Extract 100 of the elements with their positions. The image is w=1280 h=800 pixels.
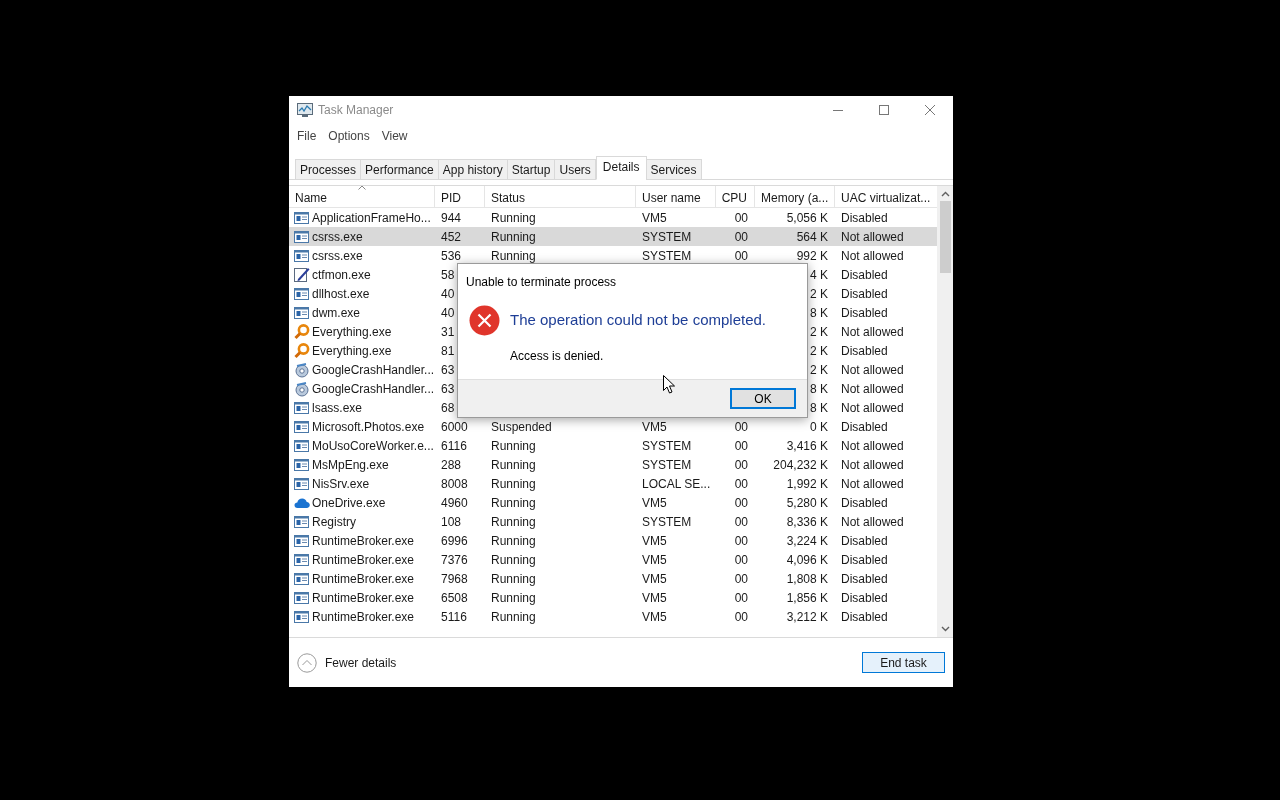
table-cell-text: 8 K — [810, 304, 828, 322]
table-cell-text: GoogleCrashHandler... — [312, 380, 435, 398]
table-cell-text: Everything.exe — [312, 342, 392, 360]
table-cell-text: Running — [491, 513, 536, 531]
table-cell-text: 5,056 K — [786, 209, 828, 227]
table-cell-text: 4960 — [441, 494, 468, 512]
table-cell-text: 944 — [441, 209, 462, 227]
table-cell-text: Microsoft.Photos.exe — [312, 418, 425, 436]
table-cell-text: Not allowed — [841, 228, 904, 246]
table-cell-text: 4,096 K — [786, 551, 828, 569]
table-cell-text: 6000 — [441, 418, 468, 436]
table-cell-text: 63 — [441, 361, 455, 379]
table-cell-text: Running — [491, 228, 536, 246]
table-cell-text: csrss.exe — [312, 247, 363, 265]
table-cell-text: 1,992 K — [786, 475, 828, 493]
table-cell-text: SYSTEM — [642, 247, 692, 265]
table-cell-text: Disabled — [841, 551, 888, 569]
table-cell-text: Not allowed — [841, 380, 904, 398]
table-cell-text: 00 — [734, 456, 748, 474]
table-cell-text: Running — [491, 551, 536, 569]
dialog-message: Access is denied. — [510, 347, 605, 365]
table-cell-text: 2 K — [810, 361, 828, 379]
table-cell-text: VM5 — [642, 209, 667, 227]
table-cell-text: VM5 — [642, 494, 667, 512]
table-cell-text: 7376 — [441, 551, 468, 569]
table-cell-text: 00 — [734, 209, 748, 227]
table-cell-text: 00 — [734, 475, 748, 493]
table-cell-text: 40 — [441, 285, 455, 303]
table-cell-text: Running — [491, 608, 536, 626]
dialog-title: Unable to terminate process — [465, 274, 618, 291]
table-cell-text: Not allowed — [841, 437, 904, 455]
table-cell-text: Not allowed — [841, 323, 904, 341]
table-cell-text: VM5 — [642, 551, 667, 569]
table-cell-text: VM5 — [642, 418, 667, 436]
table-cell-text: 2 K — [810, 323, 828, 341]
table-cell-text: 536 — [441, 247, 462, 265]
table-cell-text: Disabled — [841, 266, 888, 284]
table-cell-text: RuntimeBroker.exe — [312, 608, 415, 626]
table-cell-text: 31 — [441, 323, 455, 341]
table-cell-text: Disabled — [841, 418, 888, 436]
table-cell-text: SYSTEM — [642, 437, 692, 455]
table-cell-text: Disabled — [841, 209, 888, 227]
table-cell-text: VM5 — [642, 532, 667, 550]
table-cell-text: Not allowed — [841, 475, 904, 493]
table-cell-text: 204,232 K — [773, 456, 828, 474]
table-cell-text: 8 K — [810, 399, 828, 417]
table-cell-text: GoogleCrashHandler... — [312, 361, 435, 379]
table-cell-text: 4 K — [810, 266, 828, 284]
table-cell-text: Running — [491, 456, 536, 474]
table-cell-text: 00 — [734, 513, 748, 531]
table-cell-text: 1,808 K — [786, 570, 828, 588]
table-cell-text: 00 — [734, 228, 748, 246]
table-cell-text: 6508 — [441, 589, 468, 607]
table-cell-text: 8008 — [441, 475, 468, 493]
table-cell-text: 108 — [441, 513, 462, 531]
table-cell-text: 63 — [441, 380, 455, 398]
table-cell-text: 3,416 K — [786, 437, 828, 455]
table-cell-text: Not allowed — [841, 399, 904, 417]
table-cell-text: Disabled — [841, 494, 888, 512]
table-cell-text: Running — [491, 475, 536, 493]
table-cell-text: ctfmon.exe — [312, 266, 371, 284]
table-cell-text: 00 — [734, 437, 748, 455]
table-cell-text: OneDrive.exe — [312, 494, 386, 512]
table-cell-text: Not allowed — [841, 456, 904, 474]
table-cell-text: lsass.exe — [312, 399, 363, 417]
table-cell-text: 8 K — [810, 380, 828, 398]
table-cell-text: dllhost.exe — [312, 285, 370, 303]
table-cell-text: Running — [491, 589, 536, 607]
table-cell-text: 452 — [441, 228, 462, 246]
table-cell-text: 2 K — [810, 342, 828, 360]
table-cell-text: Disabled — [841, 589, 888, 607]
table-cell-text: Suspended — [491, 418, 552, 436]
table-cell-text: 1,856 K — [786, 589, 828, 607]
table-cell-text: SYSTEM — [642, 513, 692, 531]
table-cell-text: 40 — [441, 304, 455, 322]
table-cell-text: 8,336 K — [786, 513, 828, 531]
table-cell-text: Everything.exe — [312, 323, 392, 341]
table-cell-text: 3,212 K — [786, 608, 828, 626]
table-cell-text: Disabled — [841, 532, 888, 550]
table-cell-text: SYSTEM — [642, 456, 692, 474]
table-cell-text: 00 — [734, 589, 748, 607]
table-cell-text: 68 — [441, 399, 455, 417]
table-cell-text: 992 K — [796, 247, 828, 265]
table-cell-text: 81 — [441, 342, 455, 360]
table-cell-text: Not allowed — [841, 361, 904, 379]
table-cell-text: 00 — [734, 247, 748, 265]
table-cell-text: Running — [491, 532, 536, 550]
window-title: Task Manager — [318, 102, 394, 119]
table-cell-text: Running — [491, 437, 536, 455]
table-cell-text: 00 — [734, 570, 748, 588]
table-cell-text: 00 — [734, 551, 748, 569]
table-cell-text: 6996 — [441, 532, 468, 550]
table-cell-text: dwm.exe — [312, 304, 361, 322]
table-cell-text: Running — [491, 494, 536, 512]
table-cell-text: NisSrv.exe — [312, 475, 370, 493]
table-cell-text: Running — [491, 209, 536, 227]
table-cell-text: 6116 — [441, 437, 467, 455]
table-cell-text: 00 — [734, 418, 748, 436]
table-cell-text: Running — [491, 247, 536, 265]
table-cell-text: 2 K — [810, 285, 828, 303]
